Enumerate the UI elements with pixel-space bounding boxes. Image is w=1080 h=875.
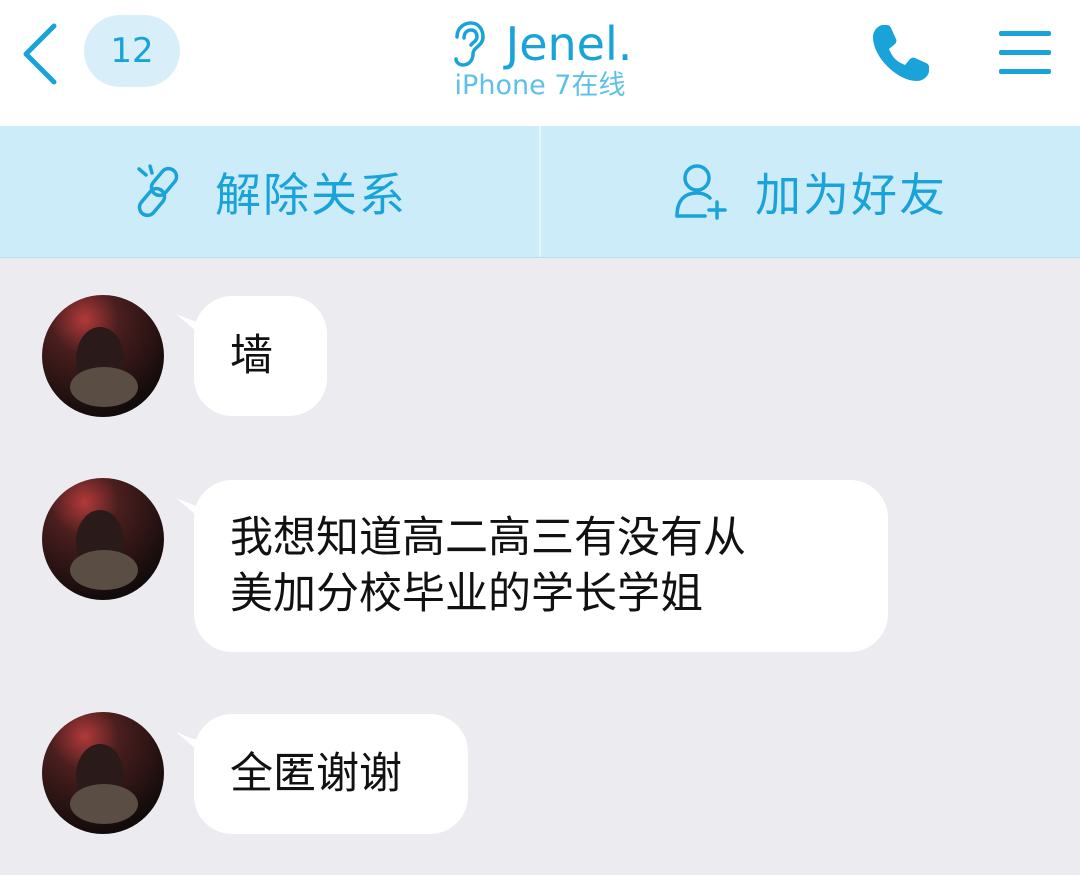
title-row: Jenel.: [340, 14, 740, 74]
avatar[interactable]: [42, 712, 164, 834]
relationship-action-bar: 解除关系 加为好友: [0, 126, 1080, 258]
message-bubble[interactable]: 我想知道高二高三有没有从 美加分校毕业的学长学姐: [176, 480, 888, 652]
avatar[interactable]: [42, 478, 164, 600]
bubble-tail: [176, 314, 216, 348]
unlink-relationship-label: 解除关系: [215, 167, 407, 222]
bubble-tail: [176, 498, 216, 532]
contact-name: Jenel.: [505, 17, 633, 71]
message-text: 我想知道高二高三有没有从 美加分校毕业的学长学姐: [230, 513, 746, 619]
menu-icon: [999, 31, 1051, 74]
chat-header: 12 Jenel. iPhone 7在线: [0, 0, 1080, 126]
message-bubble[interactable]: 全匿谢谢: [176, 714, 468, 834]
ear-icon: [448, 20, 488, 68]
back-button[interactable]: [14, 18, 66, 90]
online-status: iPhone 7在线: [454, 70, 626, 101]
menu-button[interactable]: [990, 18, 1060, 88]
call-button[interactable]: [866, 18, 936, 88]
message-text: 全匿谢谢: [230, 749, 402, 799]
add-friend-icon: [673, 162, 729, 222]
unread-count-badge[interactable]: 12: [84, 15, 180, 87]
phone-icon: [873, 25, 929, 81]
avatar[interactable]: [42, 295, 164, 417]
message-bubble[interactable]: 墙: [176, 296, 327, 416]
add-friend-button[interactable]: 加为好友: [540, 126, 1080, 257]
chevron-left-icon: [23, 23, 57, 85]
chat-title[interactable]: Jenel. iPhone 7在线: [340, 8, 740, 118]
add-friend-label: 加为好友: [755, 167, 947, 222]
bubble-tail: [176, 732, 216, 766]
unlink-relationship-button[interactable]: 解除关系: [0, 126, 540, 257]
unlink-icon: [133, 162, 189, 222]
message-text: 墙: [230, 331, 273, 381]
